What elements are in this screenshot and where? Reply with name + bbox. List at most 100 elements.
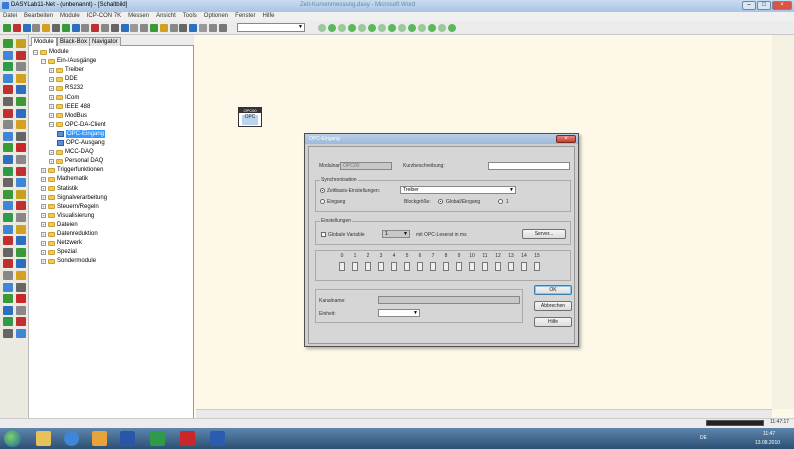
help-button[interactable]: Hilfe: [534, 317, 572, 327]
acrobat-icon[interactable]: [180, 431, 195, 446]
global-eingang-radio[interactable]: [438, 199, 443, 204]
module-tool-icon[interactable]: [3, 73, 13, 83]
module-tool-icon[interactable]: [16, 271, 26, 280]
expand-icon[interactable]: +: [49, 85, 54, 91]
expand-icon[interactable]: +: [41, 258, 46, 264]
module-tool-icon[interactable]: [16, 224, 26, 234]
module-tool-icon[interactable]: [3, 85, 13, 95]
module-tool-icon[interactable]: [16, 329, 26, 338]
module-tool-icon[interactable]: [3, 97, 13, 106]
channel-toggle[interactable]: [378, 262, 384, 271]
toolbar-status-icon[interactable]: [408, 24, 416, 32]
treiber-select[interactable]: Treiber ▼: [400, 186, 516, 194]
word-icon[interactable]: [210, 431, 225, 446]
module-tool-icon[interactable]: [3, 189, 13, 199]
module-tool-icon[interactable]: [16, 282, 26, 292]
expand-icon[interactable]: +: [41, 240, 46, 246]
globale-variable-checkbox[interactable]: [321, 232, 326, 237]
zeitbasis-radio[interactable]: [320, 188, 325, 193]
module-tool-icon[interactable]: [3, 143, 13, 153]
clock-time[interactable]: 11:47: [763, 431, 775, 437]
minimize-button[interactable]: –: [742, 1, 756, 10]
toolbar-button-icon[interactable]: [32, 24, 41, 32]
toolbar-combo[interactable]: ▼: [237, 23, 305, 32]
module-tool-icon[interactable]: [3, 108, 13, 118]
module-tool-icon[interactable]: [16, 97, 26, 106]
module-tool-icon[interactable]: [16, 50, 26, 60]
menu-item-6[interactable]: Tools: [183, 12, 197, 21]
expand-icon[interactable]: +: [49, 149, 54, 155]
toolbar-button-icon[interactable]: [159, 24, 168, 32]
toolbar-button-icon[interactable]: [91, 24, 100, 32]
expand-icon[interactable]: +: [41, 222, 46, 228]
collapse-icon[interactable]: −: [41, 58, 46, 64]
blocksize-one-radio[interactable]: [498, 199, 503, 204]
expand-icon[interactable]: +: [41, 167, 46, 173]
tree-item[interactable]: + ModBus: [49, 112, 87, 120]
tree-item[interactable]: − OPC-DA-Client: [49, 121, 106, 129]
tree-item[interactable]: + DDE: [49, 75, 78, 83]
module-tool-icon[interactable]: [3, 236, 13, 246]
maximize-button[interactable]: □: [757, 1, 771, 10]
horizontal-scrollbar[interactable]: [196, 409, 772, 418]
module-tool-icon[interactable]: [16, 85, 26, 95]
tree-item[interactable]: + Mathematik: [41, 175, 88, 183]
close-button[interactable]: ×: [772, 1, 792, 10]
tree-item[interactable]: + Triggerfunktionen: [41, 166, 103, 174]
module-tool-icon[interactable]: [3, 271, 13, 280]
module-tool-icon[interactable]: [16, 189, 26, 199]
start-button[interactable]: [4, 430, 21, 447]
toolbar-button-icon[interactable]: [218, 24, 227, 32]
expand-icon[interactable]: +: [41, 176, 46, 182]
expand-icon[interactable]: +: [49, 67, 54, 73]
tree-item[interactable]: + Signalverarbeitung: [41, 194, 107, 202]
tree-item[interactable]: + Sondermodule: [41, 257, 96, 265]
channel-toggle[interactable]: [443, 262, 449, 271]
expand-icon[interactable]: +: [41, 249, 46, 255]
module-tool-icon[interactable]: [3, 282, 13, 292]
language-indicator[interactable]: DE: [700, 435, 707, 441]
toolbar-button-icon[interactable]: [110, 24, 119, 32]
tab-black-box[interactable]: Black-Box: [57, 37, 91, 46]
expand-icon[interactable]: +: [41, 195, 46, 201]
toolbar-status-icon[interactable]: [388, 24, 396, 32]
tree-item[interactable]: + IEEE 488: [49, 103, 90, 111]
channel-toggle[interactable]: [534, 262, 540, 271]
tree-item[interactable]: + RS232: [49, 84, 83, 92]
expand-icon[interactable]: +: [49, 76, 54, 82]
toolbar-button-icon[interactable]: [61, 24, 70, 32]
expand-icon[interactable]: +: [49, 95, 54, 100]
tree-item[interactable]: + Spezial: [41, 248, 77, 256]
toolbar-button-icon[interactable]: [22, 24, 31, 32]
toolbar-button-icon[interactable]: [179, 24, 188, 32]
module-tool-icon[interactable]: [16, 247, 26, 257]
menu-item-3[interactable]: ICP-CON 7K: [87, 12, 121, 21]
module-tool-icon[interactable]: [3, 155, 13, 164]
menu-item-8[interactable]: Fenster: [235, 12, 255, 21]
toolbar-status-icon[interactable]: [428, 24, 436, 32]
module-tool-icon[interactable]: [3, 247, 13, 257]
dasylab-icon[interactable]: [120, 431, 135, 446]
expand-icon[interactable]: +: [41, 213, 46, 219]
tree-item[interactable]: + Personal DAQ: [49, 157, 103, 165]
module-tool-icon[interactable]: [16, 201, 26, 211]
module-tool-icon[interactable]: [16, 73, 26, 83]
channel-toggle[interactable]: [417, 262, 423, 271]
ok-button[interactable]: OK: [534, 285, 572, 295]
module-tool-icon[interactable]: [16, 166, 26, 176]
module-tool-icon[interactable]: [3, 50, 13, 60]
channel-toggle[interactable]: [508, 262, 514, 271]
cancel-button[interactable]: Abbrechen: [534, 301, 572, 311]
module-tool-icon[interactable]: [3, 259, 13, 269]
module-tool-icon[interactable]: [16, 131, 26, 141]
menu-item-2[interactable]: Module: [60, 12, 80, 21]
toolbar-button-icon[interactable]: [71, 24, 80, 32]
collapse-icon[interactable]: −: [49, 122, 54, 128]
tree-item[interactable]: + Statistik: [41, 185, 78, 193]
channel-toggle[interactable]: [521, 262, 527, 271]
module-tool-icon[interactable]: [3, 329, 13, 338]
toolbar-status-icon[interactable]: [418, 24, 426, 32]
tree-item[interactable]: + MCC-DAQ: [49, 148, 94, 156]
server-button[interactable]: Server...: [522, 229, 566, 239]
channel-toggle[interactable]: [456, 262, 462, 271]
